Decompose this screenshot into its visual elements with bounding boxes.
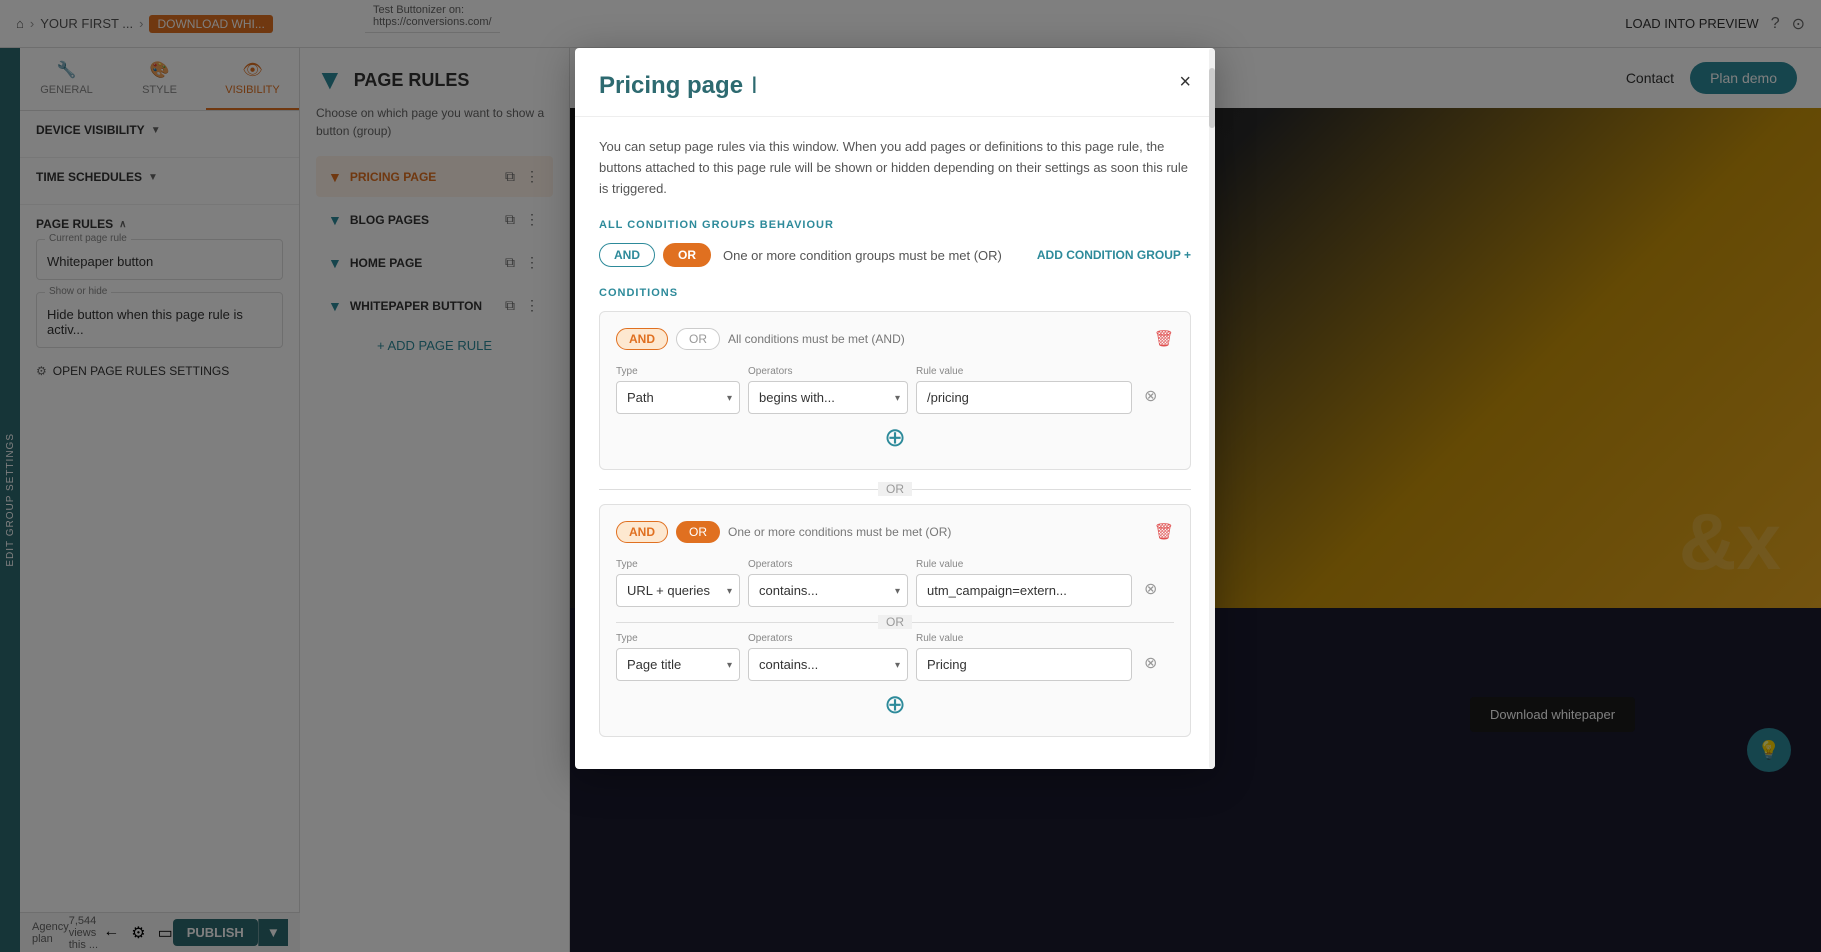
condition-1-rule-value-label: Rule value <box>916 366 1132 377</box>
and-button[interactable]: AND <box>599 243 655 267</box>
modal-title-cursor: I <box>751 72 758 100</box>
conditions-header: CONDITIONS <box>599 287 1191 299</box>
modal-title-text: Pricing page <box>599 72 743 100</box>
add-condition-1-button[interactable]: ⊕ <box>884 422 906 453</box>
condition-2-operators-select-1[interactable]: contains... begins with... equals <box>748 574 908 607</box>
modal-body: You can setup page rules via this window… <box>575 117 1215 769</box>
condition-1-type-select[interactable]: Path URL + queries Page title <box>616 381 740 414</box>
or-button[interactable]: OR <box>663 243 711 267</box>
condition-1-row-1: Type Path URL + queries Page title ▾ Ope… <box>616 366 1174 414</box>
condition-2-type-field-2: Type Page title Path URL + queries ▾ <box>616 633 740 681</box>
condition-1-and-button[interactable]: AND <box>616 328 668 350</box>
condition-block-1: AND OR All conditions must be met (AND) … <box>599 311 1191 470</box>
add-condition-1-row: ⊕ <box>616 422 1174 453</box>
conditions-section: CONDITIONS AND OR All conditions must be… <box>599 287 1191 737</box>
pricing-page-modal: Pricing page I × You can setup page rule… <box>575 48 1215 769</box>
condition-2-clear-button-1[interactable]: ⊗ <box>1140 579 1161 599</box>
condition-2-clear-button-2[interactable]: ⊗ <box>1140 653 1161 673</box>
condition-1-rule-value-input[interactable] <box>916 381 1132 414</box>
condition-block-2-header: AND OR One or more conditions must be me… <box>616 521 1174 543</box>
condition-2-delete-button[interactable]: 🗑 <box>1154 522 1174 542</box>
or-condition-description: One or more condition groups must be met… <box>723 248 1002 263</box>
condition-2-operators-label-1: Operators <box>748 559 908 570</box>
condition-2-type-label-1: Type <box>616 559 740 570</box>
condition-2-or-button[interactable]: OR <box>676 521 720 543</box>
all-condition-groups-header: ALL CONDITION GROUPS BEHAVIOUR <box>599 219 1191 231</box>
condition-2-type-field-1: Type URL + queries Path Page title ▾ <box>616 559 740 607</box>
condition-2-rule-value-field-2: Rule value <box>916 633 1132 681</box>
condition-1-operators-select[interactable]: begins with... contains... equals <box>748 381 908 414</box>
condition-2-rule-value-input-1[interactable] <box>916 574 1132 607</box>
condition-2-operators-select-2[interactable]: contains... begins with... equals <box>748 648 908 681</box>
add-condition-group-button[interactable]: ADD CONDITION GROUP + <box>1037 248 1191 262</box>
modal-description: You can setup page rules via this window… <box>599 137 1191 199</box>
modal-scrollbar-thumb[interactable] <box>1209 68 1215 128</box>
condition-2-operators-field-1: Operators contains... begins with... equ… <box>748 559 908 607</box>
condition-2-operators-label-2: Operators <box>748 633 908 644</box>
condition-2-type-select-1[interactable]: URL + queries Path Page title <box>616 574 740 607</box>
condition-2-row-1: Type URL + queries Path Page title ▾ Ope… <box>616 559 1174 607</box>
condition-1-operators-label: Operators <box>748 366 908 377</box>
or-separator: OR <box>599 482 1191 496</box>
modal-close-button[interactable]: × <box>1179 72 1191 92</box>
add-condition-2-row: ⊕ <box>616 689 1174 720</box>
or-separator-text: OR <box>878 482 912 496</box>
condition-1-clear-button[interactable]: ⊗ <box>1140 386 1161 406</box>
condition-1-delete-button[interactable]: 🗑 <box>1154 329 1174 349</box>
condition-2-rule-value-field-1: Rule value <box>916 559 1132 607</box>
and-or-row: AND OR One or more condition groups must… <box>599 243 1191 267</box>
condition-block-1-header: AND OR All conditions must be met (AND) … <box>616 328 1174 350</box>
condition-1-operators-field: Operators begins with... contains... equ… <box>748 366 908 414</box>
condition-block-2-or-sep-text: OR <box>878 615 912 629</box>
condition-2-type-label-2: Type <box>616 633 740 644</box>
condition-2-operators-field-2: Operators contains... begins with... equ… <box>748 633 908 681</box>
condition-2-rule-value-label-2: Rule value <box>916 633 1132 644</box>
condition-1-or-button[interactable]: OR <box>676 328 720 350</box>
all-condition-groups-section: ALL CONDITION GROUPS BEHAVIOUR AND OR On… <box>599 219 1191 267</box>
condition-2-description: One or more conditions must be met (OR) <box>728 525 951 539</box>
add-condition-2-button[interactable]: ⊕ <box>884 689 906 720</box>
condition-block-2: AND OR One or more conditions must be me… <box>599 504 1191 737</box>
condition-2-type-select-2[interactable]: Page title Path URL + queries <box>616 648 740 681</box>
condition-2-rule-value-label-1: Rule value <box>916 559 1132 570</box>
condition-1-type-field: Type Path URL + queries Page title ▾ <box>616 366 740 414</box>
condition-1-type-label: Type <box>616 366 740 377</box>
modal-title: Pricing page I <box>599 72 758 100</box>
condition-2-row-2: Type Page title Path URL + queries ▾ Ope… <box>616 633 1174 681</box>
condition-2-rule-value-input-2[interactable] <box>916 648 1132 681</box>
condition-1-rule-value-field: Rule value <box>916 366 1132 414</box>
condition-2-and-button[interactable]: AND <box>616 521 668 543</box>
modal-scrollbar-track <box>1209 48 1215 769</box>
condition-block-2-or-separator: OR <box>616 615 1174 629</box>
modal-header: Pricing page I × <box>575 48 1215 117</box>
condition-1-description: All conditions must be met (AND) <box>728 332 905 346</box>
